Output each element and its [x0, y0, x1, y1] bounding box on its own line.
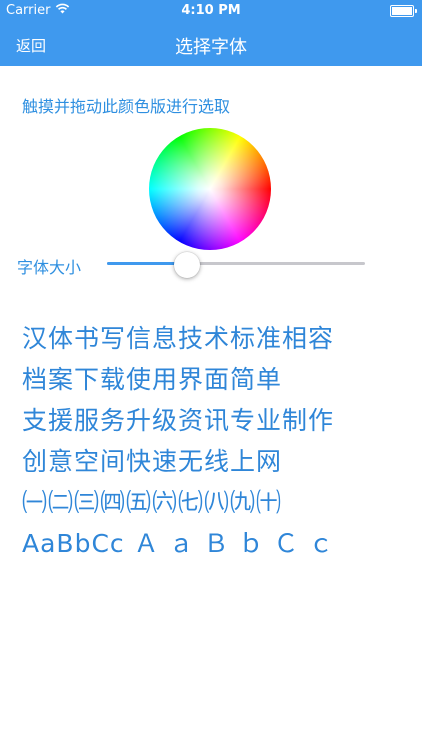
navigation-bar: 返回 选择字体	[0, 22, 422, 66]
sample-line: ㈠㈡㈢㈣㈤㈥㈦㈧㈨㈩	[22, 488, 283, 517]
sample-line: AaBbCc Ａ ａ Ｂ ｂ Ｃ ｃ	[22, 529, 335, 558]
sample-line: 汉体书写信息技术标准相容	[22, 324, 335, 353]
battery-icon	[390, 5, 417, 17]
slider-thumb[interactable]	[173, 252, 200, 278]
font-sample: 汉体书写信息技术标准相容 档案下载使用界面简单 支援服务升级资讯专业制作 创意空…	[22, 318, 412, 564]
status-time: 4:10 PM	[181, 3, 241, 18]
font-size-slider[interactable]	[107, 262, 365, 265]
color-wheel[interactable]	[149, 128, 271, 250]
sample-line: 支援服务升级资讯专业制作	[22, 406, 335, 435]
color-instruction-label: 触摸并拖动此颜色版进行选取	[22, 97, 231, 116]
page-title: 选择字体	[175, 37, 247, 58]
sample-line: 创意空间快速无线上网	[22, 447, 283, 476]
font-size-label: 字体大小	[17, 258, 82, 277]
sample-line: 档案下载使用界面简单	[22, 365, 283, 394]
status-bar: Carrier 4:10 PM	[0, 0, 422, 22]
